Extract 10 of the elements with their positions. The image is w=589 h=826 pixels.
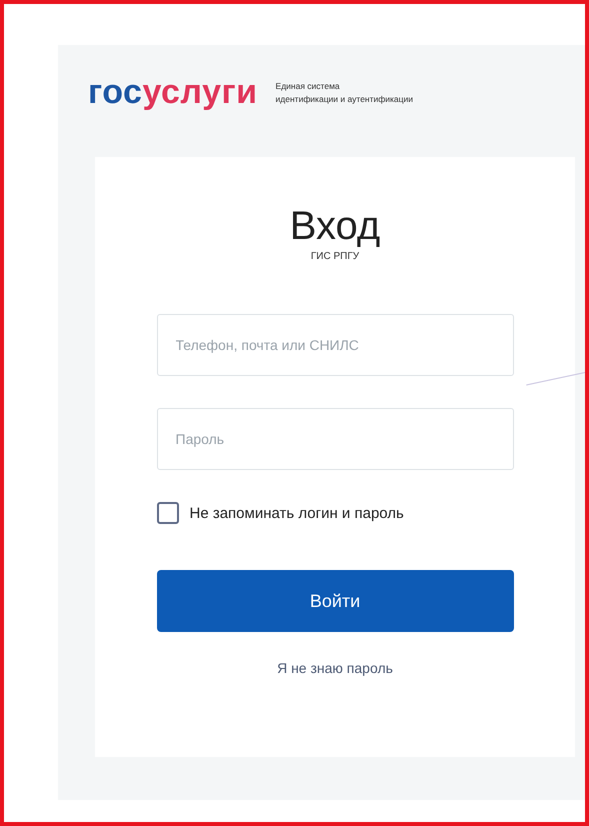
input-field[interactable]: Пароль xyxy=(156,408,514,470)
login-button[interactable]: Войти xyxy=(156,570,514,632)
forgot-password-link[interactable]: Я не знаю пароль xyxy=(277,660,393,676)
login-subtitle: ГИС РПГУ xyxy=(310,251,360,262)
input-field[interactable]: Телефон, почта или СНИЛС xyxy=(156,314,514,376)
tagline: Единая система идентификации и аутентификации xyxy=(276,80,414,106)
checkbox[interactable] xyxy=(156,502,178,524)
logo: госуслуги xyxy=(88,73,258,112)
login-title: Вход xyxy=(290,203,380,249)
checkbox-label: Не запоминать логин и пароль xyxy=(190,504,404,522)
